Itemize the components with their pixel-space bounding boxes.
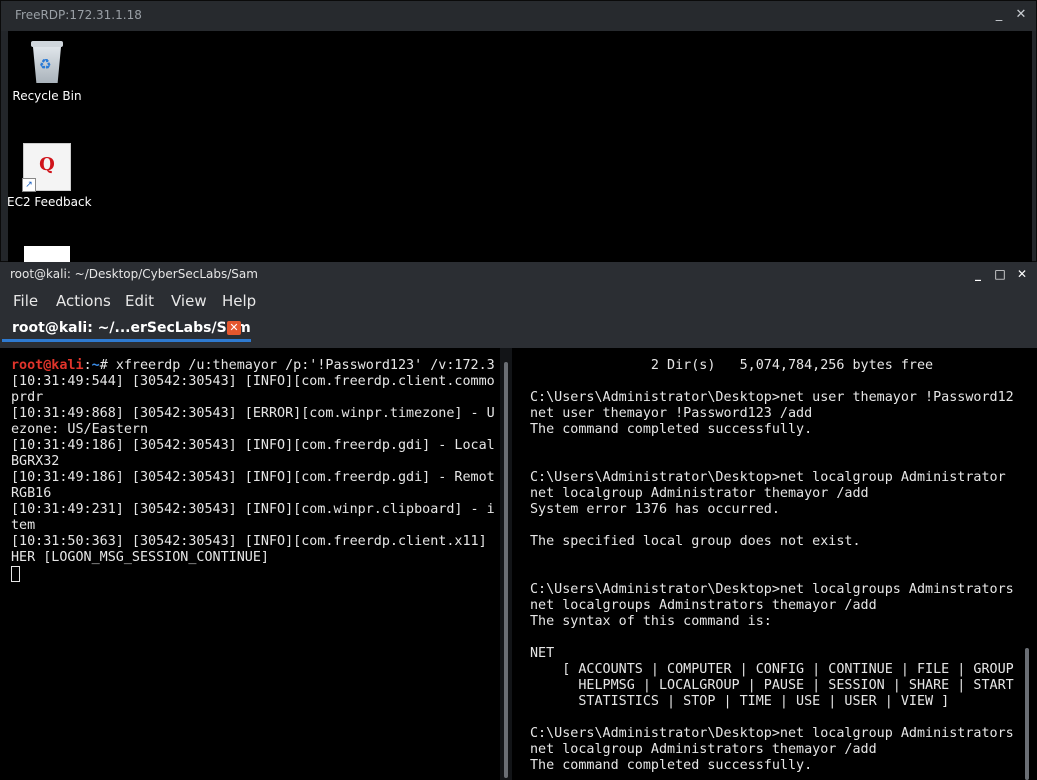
prompt-path: ~ xyxy=(91,358,100,373)
prompt-separator: : xyxy=(83,358,92,373)
output-line: NET xyxy=(530,646,555,661)
output-line: net localgroup Administrator themayor /a… xyxy=(530,486,869,501)
output-line: HER [LOGON_MSG_SESSION_CONTINUE] xyxy=(11,550,269,565)
output-line: tem xyxy=(11,518,36,533)
output-line: HELPMSG | LOCALGROUP | PAUSE | SESSION |… xyxy=(530,678,1014,693)
freerdp-title: FreeRDP:172.31.1.18 xyxy=(15,8,142,22)
output-line: C:\Users\Administrator\Desktop>net local… xyxy=(530,726,1014,741)
ec2-feedback-label: EC2 Feedback xyxy=(8,195,92,209)
output-line: [10:31:50:363] [30542:30543] [INFO][com.… xyxy=(11,534,487,549)
output-line: The command completed successfully. xyxy=(530,422,813,437)
freerdp-window: FreeRDP:172.31.1.18 _ ✕ ♻ Recycle Bin Q … xyxy=(0,0,1037,263)
freerdp-titlebar[interactable]: FreeRDP:172.31.1.18 _ ✕ xyxy=(1,1,1036,31)
desktop-icon-recycle-bin[interactable]: ♻ Recycle Bin xyxy=(8,41,87,103)
recycle-bin-label: Recycle Bin xyxy=(12,89,82,103)
terminal-window: root@kali: ~/Desktop/CyberSecLabs/Sam _ … xyxy=(0,262,1037,780)
desktop-icon-partial[interactable] xyxy=(24,246,70,263)
menu-bar: File Actions Edit View Help xyxy=(0,286,1037,316)
output-line: ezone: US/Eastern xyxy=(11,422,149,437)
output-line: C:\Users\Administrator\Desktop>net local… xyxy=(530,582,1014,597)
output-line: [10:31:49:231] [30542:30543] [INFO][com.… xyxy=(11,502,495,517)
output-line: The specified local group does not exist… xyxy=(530,534,861,549)
terminal-panes: root@kali:~# xfreerdp /u:themayor /p:'!P… xyxy=(0,348,1037,780)
terminal-pane-right[interactable]: 2 Dir(s) 5,074,784,256 bytes free C:\User… xyxy=(512,348,1025,780)
output-line: STATISTICS | STOP | TIME | USE | USER | … xyxy=(530,694,950,709)
tab-close-icon[interactable]: ✕ xyxy=(227,321,241,335)
ec2-feedback-icon: Q ↗ xyxy=(22,143,71,192)
command-text: xfreerdp /u:themayor /p:'!Password123' /… xyxy=(115,358,495,373)
output-line: prdr xyxy=(11,390,44,405)
output-line: RGB16 xyxy=(11,486,52,501)
terminal-titlebar[interactable]: root@kali: ~/Desktop/CyberSecLabs/Sam _ … xyxy=(0,262,1037,286)
output-line: net localgroup Administrators themayor /… xyxy=(530,742,877,757)
output-line: C:\Users\Administrator\Desktop>net local… xyxy=(530,470,1006,485)
menu-help[interactable]: Help xyxy=(222,292,256,310)
prompt-user: root@kali xyxy=(11,358,84,373)
tab-label: root@kali: ~/...erSecLabs/Sam xyxy=(12,320,251,336)
minimize-icon[interactable]: _ xyxy=(970,266,986,282)
terminal-pane-left[interactable]: root@kali:~# xfreerdp /u:themayor /p:'!P… xyxy=(6,348,500,780)
menu-edit[interactable]: Edit xyxy=(125,292,154,310)
maximize-icon[interactable]: □ xyxy=(992,266,1008,282)
tab-terminal[interactable]: root@kali: ~/...erSecLabs/Sam ✕ xyxy=(2,316,251,342)
minimize-icon[interactable]: _ xyxy=(991,7,1007,23)
prompt-end: # xyxy=(99,358,116,373)
output-line: BGRX32 xyxy=(11,454,60,469)
output-line: net localgroups Adminstrators themayor /… xyxy=(530,598,877,613)
text-cursor xyxy=(11,566,20,582)
output-line: net user themayor !Password123 /add xyxy=(530,406,813,421)
left-scrollbar[interactable] xyxy=(504,362,508,778)
output-line: [10:31:49:868] [30542:30543] [ERROR][com… xyxy=(11,406,495,421)
output-line: System error 1376 has occurred. xyxy=(530,502,780,517)
menu-actions[interactable]: Actions xyxy=(56,292,111,310)
menu-view[interactable]: View xyxy=(171,292,207,310)
menu-file[interactable]: File xyxy=(13,292,38,310)
output-line: C:\Users\Administrator\Desktop>net user … xyxy=(530,390,1014,405)
ec2-feedback-glyph: Q xyxy=(39,154,55,175)
pane-divider[interactable] xyxy=(500,348,512,780)
prompt-line: root@kali:~# xfreerdp /u:themayor /p:'!P… xyxy=(11,358,500,374)
recycle-bin-icon: ♻ xyxy=(29,41,65,85)
desktop-icon-ec2-feedback[interactable]: Q ↗ EC2 Feedback xyxy=(8,143,92,209)
right-output: 2 Dir(s) 5,074,784,256 bytes free C:\User… xyxy=(530,358,1025,774)
left-output: root@kali:~# xfreerdp /u:themayor /p:'!P… xyxy=(11,358,500,585)
output-line: The syntax of this command is: xyxy=(530,614,772,629)
shortcut-arrow-icon: ↗ xyxy=(22,178,36,192)
output-line: [10:31:49:544] [30542:30543] [INFO][com.… xyxy=(11,374,495,389)
close-icon[interactable]: ✕ xyxy=(1014,266,1030,282)
terminal-title: root@kali: ~/Desktop/CyberSecLabs/Sam xyxy=(10,267,258,281)
output-line: [ ACCOUNTS | COMPUTER | CONFIG | CONTINU… xyxy=(530,662,1014,677)
close-icon[interactable]: ✕ xyxy=(1013,7,1029,23)
remote-desktop[interactable]: ♻ Recycle Bin Q ↗ EC2 Feedback xyxy=(8,31,1032,263)
output-line: 2 Dir(s) 5,074,784,256 bytes free xyxy=(530,358,934,373)
right-scrollbar[interactable] xyxy=(1025,648,1029,780)
tab-bar: root@kali: ~/...erSecLabs/Sam ✕ xyxy=(0,316,1037,342)
output-line: [10:31:49:186] [30542:30543] [INFO][com.… xyxy=(11,470,495,485)
output-line: [10:31:49:186] [30542:30543] [INFO][com.… xyxy=(11,438,495,453)
output-line: The command completed successfully. xyxy=(530,758,813,773)
